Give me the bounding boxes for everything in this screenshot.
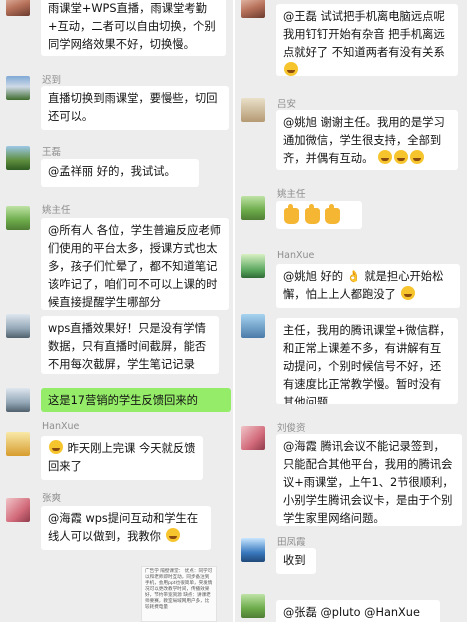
message-bubble[interactable] [276, 201, 362, 229]
smile-emoji-icon [377, 150, 392, 164]
avatar[interactable] [241, 594, 265, 618]
message-bubble[interactable]: @姚旭 好的 👌 就是担心开始松懈，怕上上人都跑没了 [276, 264, 460, 308]
message-text: wps直播效果好！只是没有学情数据，只有直播时间截屏，能否不用每次截屏，学生笔记… [48, 322, 207, 371]
message-text: 这是17营销的学生反馈回来的 [48, 394, 198, 407]
avatar[interactable] [241, 314, 265, 338]
avatar[interactable] [241, 98, 265, 122]
avatar[interactable] [6, 388, 30, 412]
avatar[interactable] [6, 432, 30, 456]
sender-name: HanXue [277, 250, 315, 261]
message-text: @孟祥丽 好的，我试试。 [48, 165, 176, 178]
message-bubble[interactable]: 直播切换到雨课堂，要慢些，切回还可以。 [41, 86, 229, 130]
sender-name: 王磊 [42, 147, 62, 158]
grin-emoji-icon [400, 286, 415, 300]
message-bubble[interactable]: wps直播效果好！只是没有学情数据，只有直播时间截屏，能否不用每次截屏，学生笔记… [41, 316, 219, 374]
message-bubble[interactable]: 雨课堂+WPS直播，雨课堂考勤+互动，二者可以自由切换，个别同学网络效果不好，切… [41, 0, 226, 56]
thumbs-up-emoji-icon [325, 204, 341, 224]
thumbs-up-emoji-icon [284, 204, 299, 224]
message-bubble[interactable]: @海霞 wps提问互动和学生在线人可以做到，我教你 [41, 506, 211, 550]
avatar[interactable] [241, 0, 265, 18]
avatar[interactable] [6, 146, 30, 170]
sender-name: 姚主任 [42, 205, 71, 216]
avatar[interactable] [6, 314, 30, 338]
sender-name: HanXue [42, 421, 80, 432]
avatar[interactable] [6, 0, 30, 16]
message-text: @王磊 试试把手机离电脑远点呢 我用钉钉开始有杂音 把手机离远点就好了 不知道两… [283, 10, 445, 59]
message-text: 收到 [283, 554, 306, 567]
message-text: @姚旭 好的 👌 就是担心开始松懈，怕上上人都跑没了 [283, 270, 444, 301]
chat-column-right[interactable]: @王磊 试试把手机离电脑远点呢 我用钉钉开始有杂音 把手机离远点就好了 不知道两… [235, 0, 467, 622]
message-text: 雨课堂+WPS直播，雨课堂考勤+互动，二者可以自由切换，个别同学网络效果不好，切… [48, 2, 216, 51]
message-text: @张磊 @pluto @HanXue [283, 606, 420, 619]
image-message-thumbnail[interactable]: 广告学 隔壁课堂： 优点：同学可以和老师即时互动，同步备注到手机，会用ppt也很… [141, 566, 217, 622]
sender-name: 姚主任 [277, 189, 306, 200]
wink-emoji-icon [165, 528, 180, 542]
avatar[interactable] [241, 196, 265, 220]
sender-name: 吕安 [277, 99, 297, 110]
smile-emoji-icon [409, 150, 424, 164]
sender-name: 刘俊资 [277, 423, 306, 434]
message-bubble[interactable]: @张磊 @pluto @HanXue [276, 600, 440, 622]
message-bubble[interactable]: 收到 [276, 548, 316, 574]
message-bubble[interactable]: @王磊 试试把手机离电脑远点呢 我用钉钉开始有杂音 把手机离远点就好了 不知道两… [276, 4, 458, 76]
image-text: 广告学 隔壁课堂： 优点：同学可以和老师即时互动，同步备注到手机，会用ppt也很… [145, 569, 213, 610]
message-bubble[interactable]: 这是17营销的学生反馈回来的 [41, 388, 231, 412]
message-bubble[interactable]: 昨天刚上完课 今天就反馈回来了 [41, 436, 203, 480]
message-text: @所有人 各位，学生普遍反应老师们使用的平台太多，授课方式也太多，孩子们忙晕了，… [48, 224, 222, 309]
message-text: 昨天刚上完课 今天就反馈回来了 [48, 442, 196, 473]
avatar[interactable] [241, 538, 265, 562]
sender-name: 田凤霞 [277, 537, 306, 548]
sweat-smile-emoji-icon [49, 440, 63, 454]
avatar[interactable] [241, 254, 265, 278]
chat-screenshot-collage: 雨课堂+WPS直播，雨课堂考勤+互动，二者可以自由切换，个别同学网络效果不好，切… [0, 0, 467, 622]
chat-column-left[interactable]: 雨课堂+WPS直播，雨课堂考勤+互动，二者可以自由切换，个别同学网络效果不好，切… [0, 0, 233, 622]
message-bubble[interactable]: @孟祥丽 好的，我试试。 [41, 159, 199, 187]
avatar[interactable] [241, 426, 265, 450]
avatar[interactable] [6, 498, 30, 522]
message-bubble[interactable]: 主任，我用的腾讯课堂+微信群，和正常上课差不多，有讲解有互动提问，个别时候信号不… [276, 318, 458, 404]
message-bubble[interactable]: @海霞 腾讯会议不能记录签到，只能配合其他平台，我用的腾讯会议+雨课堂，上午1、… [276, 434, 462, 526]
message-text: @海霞 腾讯会议不能记录签到，只能配合其他平台，我用的腾讯会议+雨课堂，上午1、… [283, 440, 454, 525]
avatar[interactable] [6, 206, 30, 230]
thumbs-up-emoji-icon [304, 204, 320, 224]
message-text: 直播切换到雨课堂，要慢些，切回还可以。 [48, 92, 218, 123]
message-bubble[interactable]: @所有人 各位，学生普遍反应老师们使用的平台太多，授课方式也太多，孩子们忙晕了，… [41, 218, 229, 310]
message-bubble[interactable]: @姚旭 谢谢主任。我用的是学习通加微信，学生很支持，全部到齐，并偶有互动。 [276, 110, 458, 170]
sender-name: 迟到 [42, 75, 62, 86]
smile-emoji-icon [393, 150, 408, 164]
sender-name: 张爽 [42, 493, 62, 504]
message-text: 主任，我用的腾讯课堂+微信群，和正常上课差不多，有讲解有互动提问，个别时候信号不… [283, 324, 451, 404]
avatar[interactable] [6, 76, 30, 100]
wink-emoji-icon [284, 62, 298, 76]
